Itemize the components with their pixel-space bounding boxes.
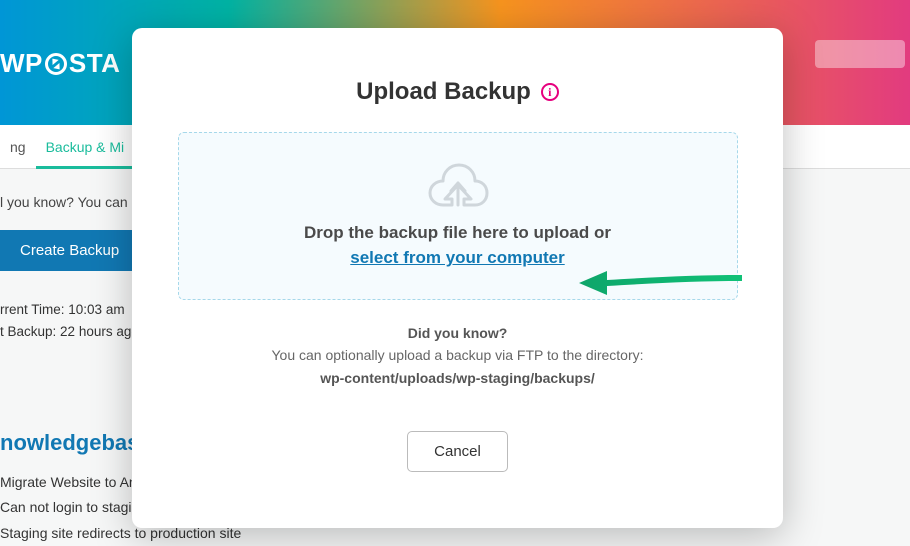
backup-dropzone[interactable]: Drop the backup file here to upload or s… — [178, 132, 738, 300]
modal-title-text: Upload Backup — [356, 78, 531, 106]
did-you-know-body: You can optionally upload a backup via F… — [271, 344, 643, 366]
did-you-know-block: Did you know? You can optionally upload … — [271, 322, 643, 389]
select-from-computer-link[interactable]: select from your computer — [350, 248, 564, 267]
drop-instructions: Drop the backup file here to upload or s… — [304, 221, 611, 270]
did-you-know-heading: Did you know? — [271, 322, 643, 344]
did-you-know-path: wp-content/uploads/wp-staging/backups/ — [271, 367, 643, 389]
upload-backup-modal: Upload Backup i Drop the backup file her… — [132, 28, 783, 528]
modal-overlay: Upload Backup i Drop the backup file her… — [0, 0, 910, 539]
modal-title: Upload Backup i — [356, 78, 559, 106]
drop-text-line: Drop the backup file here to upload or — [304, 223, 611, 242]
cloud-upload-icon — [427, 161, 489, 211]
cancel-button[interactable]: Cancel — [407, 431, 508, 472]
info-icon[interactable]: i — [541, 83, 559, 101]
